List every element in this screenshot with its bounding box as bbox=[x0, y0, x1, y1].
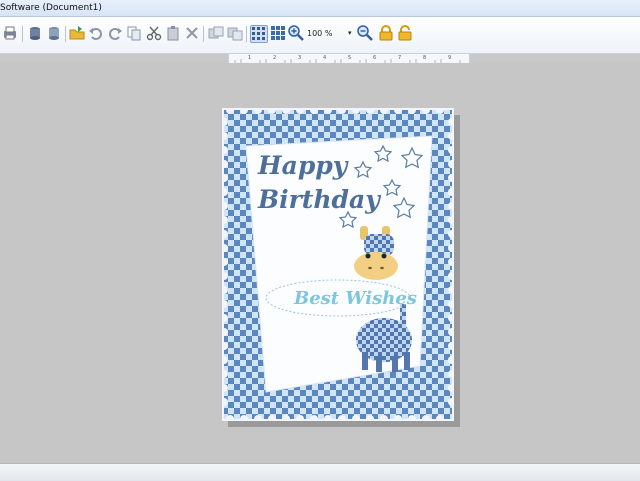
lock-icon bbox=[379, 25, 393, 41]
toolbar-separator bbox=[22, 26, 23, 42]
unlock-button[interactable] bbox=[397, 25, 413, 41]
grid-dots-icon bbox=[271, 26, 285, 40]
print-button[interactable] bbox=[2, 25, 18, 41]
redo-icon bbox=[109, 28, 122, 40]
card-title-line1: Happy bbox=[257, 151, 349, 180]
duplicate-icon bbox=[208, 26, 224, 39]
card-title-line2: Birthday bbox=[257, 185, 381, 214]
paste-icon bbox=[167, 26, 179, 41]
status-bar bbox=[0, 463, 640, 481]
database-button[interactable] bbox=[27, 25, 43, 41]
scissors-icon bbox=[146, 26, 162, 41]
delete-icon bbox=[186, 27, 198, 39]
zoom-out-button[interactable] bbox=[357, 25, 373, 41]
open-folder-button[interactable] bbox=[69, 25, 85, 41]
undo-icon bbox=[89, 28, 102, 40]
database-icon bbox=[30, 27, 40, 40]
main-toolbar: 100 % ▾ bbox=[0, 17, 640, 54]
window-title: Software (Document1) bbox=[0, 3, 102, 13]
lock-button[interactable] bbox=[378, 25, 394, 41]
copy-icon bbox=[127, 26, 141, 41]
zoom-out-icon bbox=[357, 25, 373, 41]
zoom-in-button[interactable] bbox=[288, 25, 304, 41]
grid-alt-button[interactable] bbox=[270, 25, 286, 41]
group-icon bbox=[227, 27, 243, 41]
card-wish-text: Best Wishes bbox=[293, 288, 417, 309]
database-save-icon bbox=[49, 27, 59, 40]
folder-open-icon bbox=[69, 26, 85, 40]
redo-button[interactable] bbox=[107, 25, 123, 41]
toolbar-separator bbox=[65, 26, 66, 42]
database-save-button[interactable] bbox=[46, 25, 62, 41]
duplicate-button[interactable] bbox=[208, 25, 224, 41]
cut-button[interactable] bbox=[146, 25, 162, 41]
zoom-dropdown-arrow[interactable]: ▾ bbox=[348, 29, 352, 37]
printer-icon bbox=[4, 26, 16, 40]
zoom-level[interactable]: 100 % bbox=[307, 29, 332, 38]
unlock-icon bbox=[398, 25, 412, 41]
delete-button[interactable] bbox=[184, 25, 200, 41]
ruler-ticks bbox=[234, 59, 461, 63]
toolbar-separator bbox=[246, 26, 247, 42]
undo-button[interactable] bbox=[88, 25, 104, 41]
paste-button[interactable] bbox=[165, 25, 181, 41]
birthday-card[interactable]: Happy Birthday Best Wishes bbox=[222, 108, 454, 421]
copy-button[interactable] bbox=[126, 25, 142, 41]
title-bar: Software (Document1) bbox=[0, 0, 640, 17]
toolbar-separator bbox=[203, 26, 204, 42]
zoom-in-icon bbox=[288, 25, 304, 41]
grid-icon bbox=[252, 27, 265, 40]
group-button[interactable] bbox=[227, 25, 243, 41]
grid-button[interactable] bbox=[250, 25, 268, 43]
card-artwork: Happy Birthday Best Wishes bbox=[222, 108, 454, 421]
